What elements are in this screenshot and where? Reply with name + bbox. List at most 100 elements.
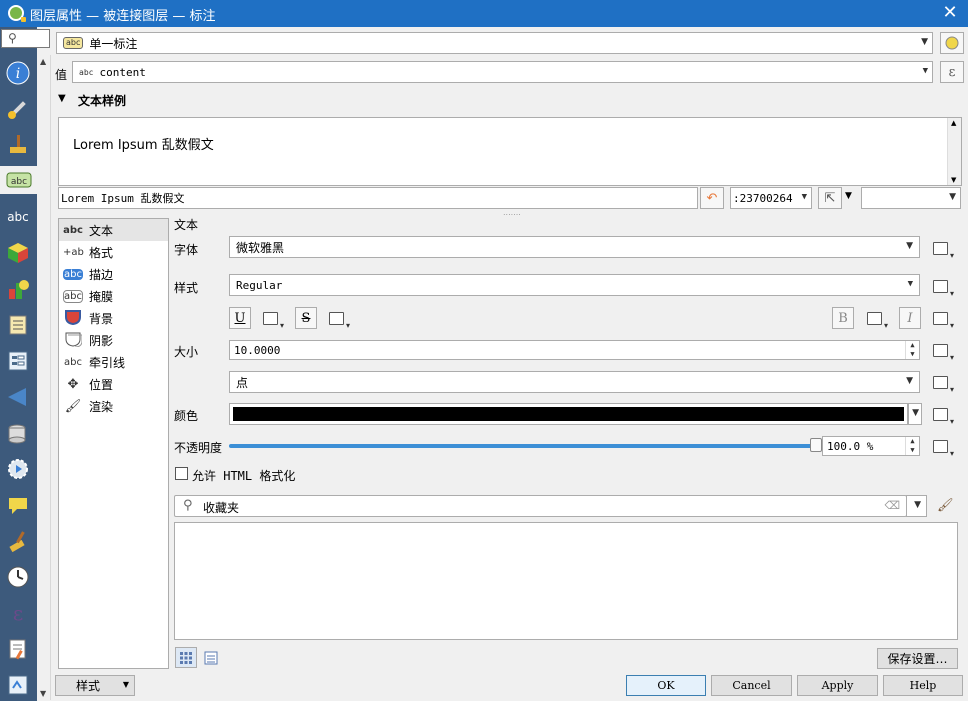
font-combo[interactable]: 微软雅黑 ▼ <box>229 236 920 258</box>
sample-text-input[interactable]: Lorem Ipsum 乱数假文 <box>58 187 698 209</box>
spin-arrows-icon[interactable]: ▲ ▼ <box>905 341 919 359</box>
data-defined-override-icon[interactable] <box>931 239 954 260</box>
size-spinbox[interactable]: 10.0000 ▲ ▼ <box>229 340 920 360</box>
sidebar-search-input[interactable]: ⚲ <box>1 29 50 48</box>
sample-text-value: Lorem Ipsum 乱数假文 <box>61 192 185 205</box>
color-label: 颜色 <box>174 409 199 423</box>
sidebar-item-metadata[interactable] <box>4 635 32 663</box>
sidebar-item-source[interactable] <box>4 95 32 123</box>
style-filter-dropdown[interactable]: ▼ <box>906 495 927 517</box>
metadata-icon <box>9 639 26 660</box>
scroll-down-icon[interactable]: ▼ <box>951 176 956 184</box>
splitter-handle[interactable]: ....... <box>503 208 521 217</box>
allow-html-label: 允许 HTML 格式化 <box>192 469 296 483</box>
sidebar-item-symbology[interactable] <box>4 131 32 159</box>
sidebar-item-fields[interactable] <box>4 311 32 339</box>
tab-formatting[interactable]: +ab 格式 <box>59 241 168 263</box>
spin-arrows-icon[interactable]: ▲ ▼ <box>905 437 919 455</box>
svg-text:i: i <box>16 66 20 82</box>
underline-button[interactable]: U <box>229 307 251 329</box>
label-mode-combo[interactable]: abc 单一标注 ▼ <box>56 32 933 54</box>
opacity-spinbox[interactable]: 100.0 % ▲ ▼ <box>822 436 920 456</box>
sidebar-item-attributes-form[interactable] <box>4 347 32 375</box>
data-defined-override-icon[interactable] <box>931 341 954 362</box>
reset-sample-button[interactable]: ↶ <box>700 187 724 209</box>
search-icon: ⚲ <box>183 498 193 513</box>
tab-callouts[interactable]: abc 牵引线 <box>59 351 168 373</box>
close-icon[interactable]: ✕ <box>940 2 960 23</box>
scroll-down-icon[interactable]: ▼ <box>40 689 46 698</box>
style-combo[interactable]: Regular ▼ <box>229 274 920 296</box>
size-unit-combo[interactable]: 点 ▼ <box>229 371 920 393</box>
value-field-combo[interactable]: abc content ▼ <box>72 61 933 83</box>
clear-icon[interactable]: ⌫ <box>884 499 900 512</box>
cancel-button[interactable]: Cancel <box>711 675 792 696</box>
background-color-combo[interactable]: ▼ <box>861 187 961 209</box>
data-defined-override-icon[interactable] <box>931 309 954 330</box>
sidebar-item-labels[interactable]: abc <box>0 166 37 194</box>
sidebar-item-information[interactable]: i <box>4 59 32 87</box>
tab-placement[interactable]: ✥ 位置 <box>59 373 168 395</box>
pick-scale-button[interactable]: ⇱ <box>818 187 842 209</box>
tab-background-label: 背景 <box>89 311 114 326</box>
data-defined-override-icon[interactable] <box>931 405 954 426</box>
save-settings-button[interactable]: 保存设置… <box>877 648 958 669</box>
tab-text[interactable]: abc 文本 <box>59 219 168 241</box>
scroll-up-icon[interactable]: ▲ <box>40 57 46 66</box>
style-value: Regular <box>236 278 283 292</box>
scroll-up-icon[interactable]: ▲ <box>951 119 956 127</box>
sidebar-item-dependencies[interactable] <box>4 671 32 699</box>
scale-combo[interactable]: :23700264 ▼ <box>730 187 812 209</box>
sidebar-item-temporal[interactable] <box>4 563 32 591</box>
sidebar-item-auxiliary-storage[interactable] <box>4 419 32 447</box>
icon-view-button[interactable] <box>175 647 197 668</box>
bold-button[interactable]: B <box>832 307 854 329</box>
sidebar-item-actions[interactable] <box>4 455 32 483</box>
tab-rendering[interactable]: 🖌 渲染 <box>59 395 168 417</box>
tab-buffer[interactable]: abc 描边 <box>59 263 168 285</box>
sidebar-item-variables[interactable]: ε <box>4 599 32 627</box>
main-vertical-scrollbar[interactable]: ▲ ▼ <box>37 55 51 700</box>
data-defined-override-icon[interactable] <box>931 437 954 458</box>
list-view-button[interactable] <box>200 647 222 668</box>
tab-background[interactable]: 背景 <box>59 307 168 329</box>
data-defined-override-icon[interactable] <box>327 309 350 330</box>
strikeout-button[interactable]: S <box>295 307 317 329</box>
slider-handle[interactable] <box>810 438 822 452</box>
italic-button[interactable]: I <box>899 307 921 329</box>
cube-icon <box>8 243 28 263</box>
sidebar-item-masks[interactable]: abc <box>4 203 32 231</box>
data-defined-override-icon[interactable] <box>931 373 954 394</box>
style-manager-icon[interactable]: 🖌 <box>937 498 954 513</box>
expression-button[interactable]: ε <box>940 61 964 83</box>
color-menu-button[interactable]: ▼ <box>908 403 922 425</box>
tab-shadow[interactable]: 阴影 <box>59 329 168 351</box>
style-search-value: 收藏夹 <box>203 501 240 515</box>
ok-button[interactable]: OK <box>626 675 706 696</box>
style-menu-button[interactable]: 样式 ▼ <box>55 675 135 696</box>
data-defined-override-icon[interactable] <box>865 309 888 330</box>
sample-preview-scrollbar[interactable]: ▲ ▼ <box>947 118 961 185</box>
chevron-down-icon: ▼ <box>921 37 928 47</box>
abc-mask-icon: abc <box>7 210 29 224</box>
apply-button[interactable]: Apply <box>797 675 878 696</box>
data-defined-override-icon[interactable] <box>931 277 954 298</box>
style-library-list[interactable] <box>174 522 958 640</box>
chevron-down-icon[interactable]: ▼ <box>845 191 852 201</box>
data-defined-override-icon[interactable] <box>261 309 284 330</box>
opacity-slider[interactable] <box>229 438 822 452</box>
sidebar-item-rendering[interactable] <box>4 527 32 555</box>
collapse-triangle-icon[interactable]: ▼ <box>58 93 66 104</box>
style-search-input[interactable]: ⚲ 收藏夹 ⌫ <box>174 495 907 517</box>
tab-mask[interactable]: abc 掩膜 <box>59 285 168 307</box>
sidebar-item-display[interactable] <box>4 491 32 519</box>
auto-placement-button[interactable] <box>940 32 964 54</box>
sidebar-item-3d-view[interactable] <box>4 239 32 267</box>
help-button[interactable]: Help <box>883 675 963 696</box>
allow-html-checkbox[interactable] <box>175 467 188 480</box>
color-button[interactable] <box>229 403 908 425</box>
fields-icon <box>9 315 27 335</box>
placement-icon <box>945 36 959 50</box>
sidebar-item-diagrams[interactable] <box>4 275 32 303</box>
sidebar-item-joins[interactable] <box>4 383 32 411</box>
